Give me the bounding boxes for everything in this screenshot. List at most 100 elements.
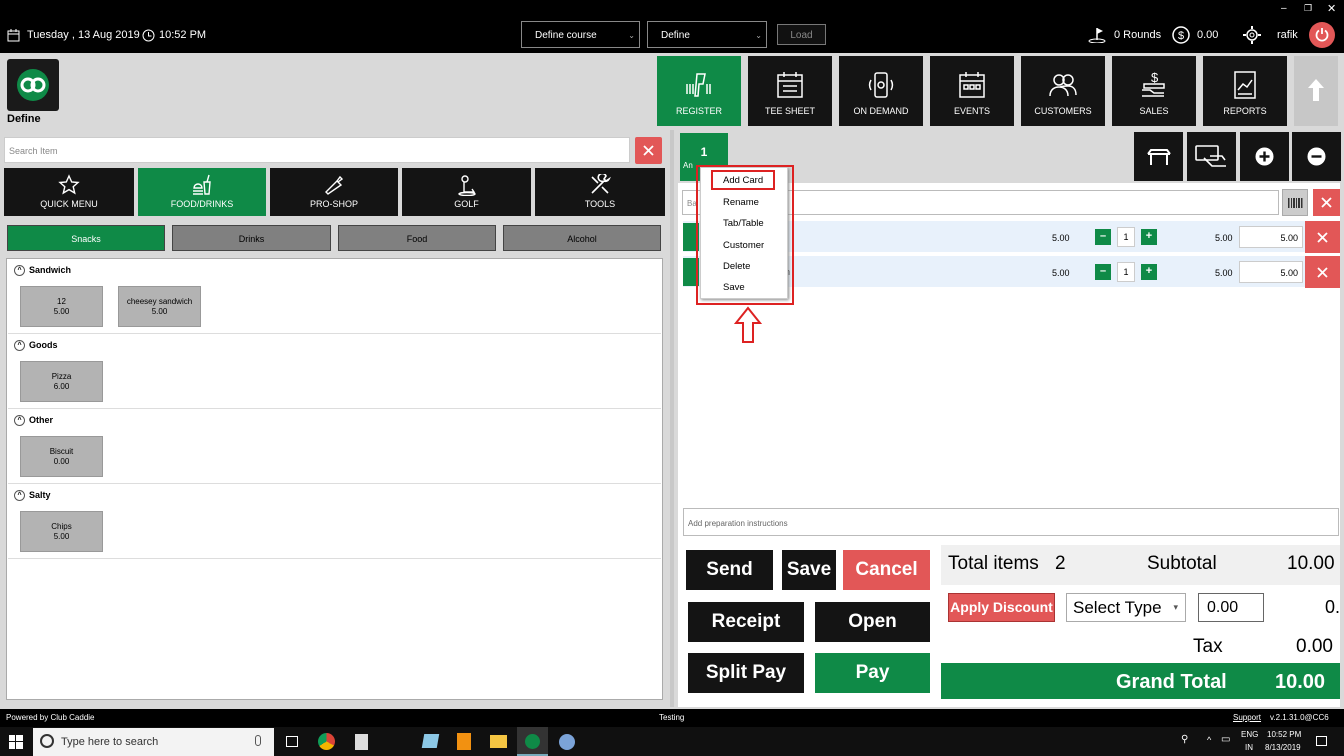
calculator-icon[interactable] <box>355 734 368 750</box>
transfer-button[interactable] <box>1187 132 1236 181</box>
file-explorer-icon[interactable] <box>490 735 507 748</box>
qty-input[interactable]: 1 <box>1117 262 1135 282</box>
open-button[interactable]: Open <box>815 602 930 642</box>
microphone-icon[interactable] <box>255 735 261 746</box>
panel-divider[interactable] <box>670 130 674 707</box>
calendar-icon <box>777 72 803 98</box>
language-text[interactable]: ENG <box>1241 730 1258 739</box>
discount-amount: 0. <box>1325 597 1341 617</box>
support-link[interactable]: Support <box>1233 713 1261 722</box>
save-button[interactable]: Save <box>782 550 836 590</box>
category-label: TOOLS <box>584 199 616 209</box>
define-select[interactable]: Define ⌄ <box>647 21 767 48</box>
windows-start-icon[interactable] <box>9 735 23 749</box>
category-golf[interactable]: GOLF <box>402 168 531 216</box>
paint-app-icon[interactable] <box>559 734 575 750</box>
group-header[interactable]: ^ Goods <box>14 340 58 352</box>
task-view-icon[interactable] <box>286 736 298 747</box>
group-header[interactable]: ^ Other <box>14 415 54 427</box>
calendar-icon <box>7 29 20 42</box>
decrease-qty-button[interactable]: – <box>1095 264 1111 280</box>
search-input[interactable]: Search Item <box>4 137 630 163</box>
clear-barcode-button[interactable] <box>1313 189 1340 216</box>
subcategory-drinks[interactable]: Drinks <box>172 225 331 251</box>
course-select[interactable]: Define course ⌄ <box>521 21 640 48</box>
rounds-text: 0 Rounds <box>1114 29 1162 41</box>
nav-sales[interactable]: $ SALES <box>1112 56 1196 126</box>
collapse-icon[interactable]: ^ <box>14 490 25 502</box>
nav-label: EVENTS <box>953 106 990 116</box>
group-header[interactable]: ^ Salty <box>14 490 51 502</box>
people-icon[interactable]: ⚲ <box>1181 734 1188 745</box>
send-button[interactable]: Send <box>686 550 773 590</box>
remove-line-button[interactable] <box>1305 256 1340 288</box>
increase-qty-button[interactable]: + <box>1141 264 1157 280</box>
close-window-icon[interactable]: ✕ <box>1327 2 1336 15</box>
discount-value-input[interactable]: 0.00 <box>1198 593 1264 622</box>
nav-on-demand[interactable]: ON DEMAND <box>839 56 923 126</box>
nav-tee-sheet[interactable]: TEE SHEET <box>748 56 832 126</box>
item-tile[interactable]: Chips 5.00 <box>20 511 103 552</box>
item-tile[interactable]: Pizza 6.00 <box>20 361 103 402</box>
nav-events[interactable]: EVENTS <box>930 56 1014 126</box>
collapse-icon[interactable]: ^ <box>14 415 25 427</box>
network-icon[interactable]: ▭ <box>1221 734 1230 745</box>
decrease-qty-button[interactable]: – <box>1095 229 1111 245</box>
split-pay-button[interactable]: Split Pay <box>688 653 804 693</box>
scroll-up-button[interactable] <box>1294 56 1338 126</box>
nav-reports[interactable]: REPORTS <box>1203 56 1287 126</box>
notifications-icon[interactable] <box>1316 736 1327 746</box>
category-pro-shop[interactable]: PRO-SHOP <box>270 168 398 216</box>
clear-search-button[interactable] <box>635 137 662 164</box>
category-tools[interactable]: TOOLS <box>535 168 665 216</box>
nav-label: REGISTER <box>675 106 722 116</box>
minimize-icon[interactable]: – <box>1281 3 1287 14</box>
group-name: Other <box>29 415 54 425</box>
pay-button[interactable]: Pay <box>815 653 930 693</box>
subcategory-alcohol[interactable]: Alcohol <box>503 225 661 251</box>
category-food-drinks[interactable]: FOOD/DRINKS <box>138 168 266 216</box>
receipt-button[interactable]: Receipt <box>688 602 804 642</box>
item-name: 12 <box>57 297 66 306</box>
item-tile[interactable]: cheesey sandwich 5.00 <box>118 286 201 327</box>
nav-register[interactable]: REGISTER <box>657 56 741 126</box>
category-quick-menu[interactable]: QUICK MENU <box>4 168 134 216</box>
subcategory-snacks[interactable]: Snacks <box>7 225 165 251</box>
clock-icon <box>142 29 155 42</box>
barcode-button[interactable] <box>1282 189 1308 216</box>
item-tile[interactable]: Biscuit 0.00 <box>20 436 103 477</box>
increase-qty-button[interactable]: + <box>1141 229 1157 245</box>
item-tile[interactable]: 12 5.00 <box>20 286 103 327</box>
gear-icon[interactable] <box>1243 26 1261 44</box>
remove-tab-button[interactable] <box>1292 132 1341 181</box>
top-bar: Tuesday , 13 Aug 2019 10:52 PM Define co… <box>0 0 1344 53</box>
chevron-up-icon[interactable]: ^ <box>1207 735 1211 745</box>
power-button[interactable] <box>1309 22 1335 48</box>
restore-icon[interactable]: ❐ <box>1304 3 1312 14</box>
barcode-icon <box>1288 198 1303 208</box>
remove-line-button[interactable] <box>1305 221 1340 253</box>
close-icon <box>1317 232 1328 243</box>
group-header[interactable]: ^ Sandwich <box>14 265 71 277</box>
subcategory-food[interactable]: Food <box>338 225 496 251</box>
sublime-icon[interactable] <box>457 733 471 750</box>
table-button[interactable] <box>1134 132 1183 181</box>
chrome-icon[interactable] <box>318 733 335 750</box>
notes-app-icon[interactable] <box>421 734 440 748</box>
item-price: 6.00 <box>53 382 70 391</box>
add-tab-button[interactable] <box>1240 132 1289 181</box>
load-button[interactable]: Load <box>777 24 826 45</box>
price-input[interactable]: 5.00 <box>1239 226 1303 248</box>
collapse-icon[interactable]: ^ <box>14 265 25 277</box>
price-input[interactable]: 5.00 <box>1239 261 1303 283</box>
nav-customers[interactable]: CUSTOMERS <box>1021 56 1105 126</box>
club-caddie-taskbar-item[interactable] <box>517 727 548 756</box>
qty-input[interactable]: 1 <box>1117 227 1135 247</box>
discount-type-select[interactable]: Select Type ▾ <box>1066 593 1186 622</box>
clock-time[interactable]: 10:52 PM <box>1267 730 1301 739</box>
cancel-button[interactable]: Cancel <box>843 550 930 590</box>
apply-discount-button[interactable]: Apply Discount <box>948 593 1055 622</box>
collapse-icon[interactable]: ^ <box>14 340 25 352</box>
taskbar-search[interactable]: Type here to search <box>33 728 274 756</box>
instructions-input[interactable]: Add preparation instructions <box>683 508 1339 536</box>
